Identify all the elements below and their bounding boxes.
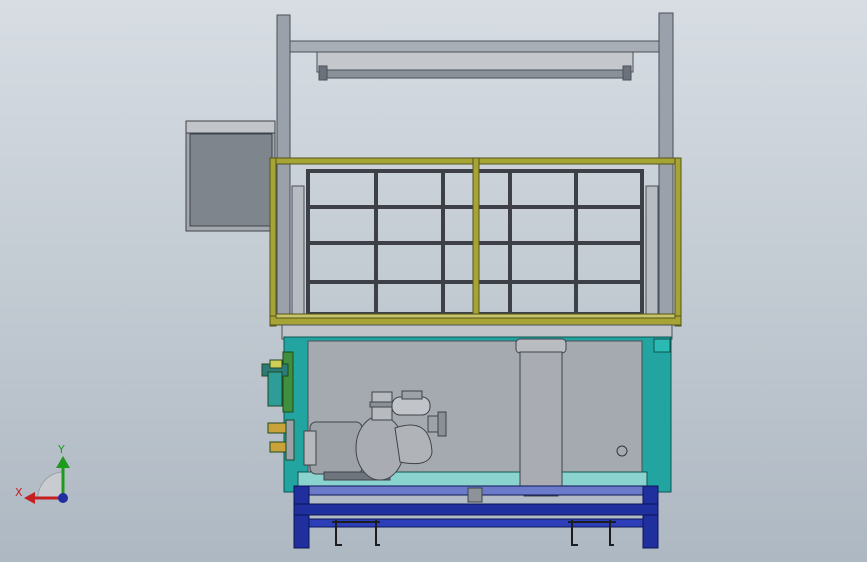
inner-left-post — [291, 185, 305, 317]
inner-right-post — [645, 185, 659, 317]
side-box — [185, 120, 276, 232]
left-post — [276, 14, 291, 316]
x-axis-label: X — [15, 486, 23, 499]
cad-viewport[interactable]: Y X — [0, 0, 867, 562]
axis-triad — [24, 456, 70, 504]
top-crossbar — [289, 40, 660, 53]
light-bar — [316, 51, 634, 81]
filter-column — [515, 338, 567, 497]
base-stand — [293, 485, 659, 549]
y-axis-label: Y — [58, 443, 65, 456]
model-drawing — [24, 12, 682, 549]
y-axis-arrow — [56, 456, 70, 468]
x-axis-arrow — [24, 492, 35, 504]
z-axis-origin — [58, 493, 68, 503]
inlet-valve — [261, 351, 295, 461]
